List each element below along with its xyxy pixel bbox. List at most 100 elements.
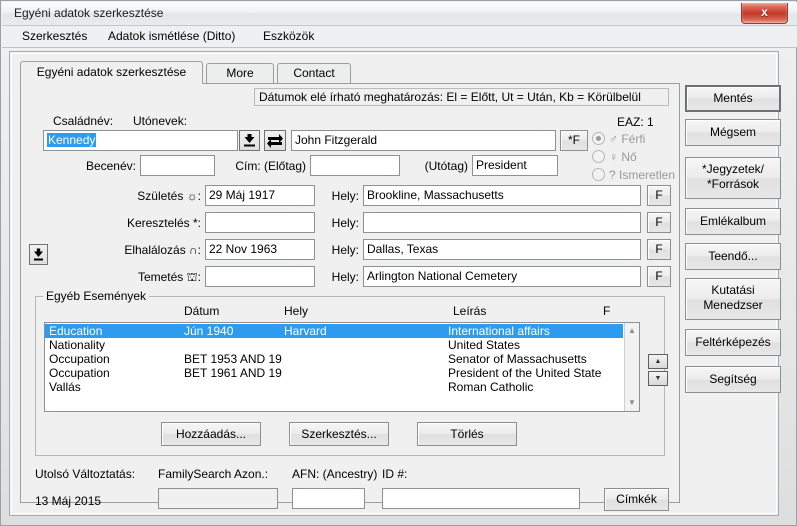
- surname-input-value: Kennedy: [47, 133, 97, 147]
- add-event-button[interactable]: Hozzáadás...: [161, 422, 261, 446]
- scroll-down-icon[interactable]: ▼: [625, 396, 639, 410]
- swap-names-button[interactable]: [264, 130, 286, 151]
- notes-sources-button[interactable]: *Jegyzetek/ *Források: [685, 157, 781, 199]
- research-manager-button[interactable]: Kutatási Menedzser: [685, 278, 781, 320]
- death-label: Elhalálozás ∩:: [124, 243, 201, 257]
- window-title: Egyéni adatok szerkesztése: [14, 6, 164, 20]
- surname-input[interactable]: Kennedy: [43, 130, 238, 151]
- todo-button[interactable]: Teendő...: [685, 243, 781, 270]
- column-header-desc: Leírás: [453, 304, 487, 318]
- given-names-f-button[interactable]: *F: [560, 130, 588, 151]
- gender-radio-unknown[interactable]: ? Ismeretlen: [592, 168, 675, 182]
- death-place-input[interactable]: Dallas, Texas: [363, 239, 641, 260]
- column-header-f: F: [603, 304, 611, 318]
- menu-eszkozok[interactable]: Eszközök: [257, 29, 320, 45]
- move-down-button[interactable]: ▼: [648, 371, 668, 386]
- title-prefix-input[interactable]: [310, 155, 400, 176]
- edit-event-button[interactable]: Szerkesztés...: [289, 422, 389, 446]
- baptism-date-input[interactable]: [205, 212, 315, 233]
- row-desc: Roman Catholic: [448, 380, 534, 394]
- tags-button[interactable]: Címkék: [604, 488, 669, 511]
- death-place-f-button[interactable]: F: [647, 239, 671, 260]
- familysearch-input[interactable]: [158, 488, 278, 509]
- surname-label: Családnév:: [53, 114, 114, 128]
- move-down-icon: ▼: [654, 375, 662, 382]
- down-arrow-bar-icon: [244, 134, 255, 147]
- close-icon: x: [761, 5, 768, 19]
- list-vertical-scrollbar[interactable]: ▲ ▼: [624, 323, 639, 411]
- birth-date-input[interactable]: 29 Máj 1917: [205, 185, 315, 206]
- cancel-button[interactable]: Mégsem: [685, 119, 781, 146]
- death-date-input[interactable]: 22 Nov 1963: [205, 239, 315, 260]
- afn-label: AFN: (Ancestry): [292, 467, 378, 481]
- row-desc: International affairs: [448, 324, 550, 338]
- id-input[interactable]: [382, 488, 580, 509]
- row-desc: United States: [448, 338, 521, 352]
- client-area: Egyéni adatok szerkesztése More Contact …: [9, 51, 779, 516]
- tab-panel-egyeni-adatok: Dátumok elé írható meghatározás: El = El…: [20, 83, 680, 511]
- nickname-input[interactable]: [140, 155, 215, 176]
- familysearch-label: FamilySearch Azon.:: [158, 467, 269, 481]
- gender-radio-male[interactable]: ♂ Férfi: [592, 132, 645, 146]
- burial-place-f-button[interactable]: F: [647, 266, 671, 287]
- given-names-input[interactable]: John Fitzgerald: [291, 130, 556, 151]
- other-events-list[interactable]: Education Jún 1940 Harvard International…: [44, 322, 640, 412]
- tab-egyeni-adatok-label: Egyéni adatok szerkesztése: [36, 65, 187, 79]
- expand-events-button[interactable]: [29, 244, 48, 265]
- column-header-place: Hely: [284, 304, 309, 318]
- burial-date-input[interactable]: [205, 266, 315, 287]
- table-row[interactable]: Nationality United States: [45, 338, 623, 352]
- baptism-place-f-button[interactable]: F: [647, 212, 671, 233]
- birth-place-f-button[interactable]: F: [647, 185, 671, 206]
- gender-male-label: ♂ Férfi: [609, 132, 646, 146]
- baptism-place-label: Hely:: [331, 216, 359, 230]
- main-window: Egyéni adatok szerkesztése x Szerkesztés…: [0, 0, 797, 526]
- tab-contact[interactable]: Contact: [277, 63, 351, 83]
- research-manager-line2: Menedzser: [703, 298, 763, 312]
- id-label: ID #:: [382, 467, 408, 481]
- gender-unknown-label: ? Ismeretlen: [609, 168, 676, 182]
- down-arrow-bar-icon: [34, 248, 43, 261]
- tab-contact-label: Contact: [293, 66, 335, 80]
- other-events-group: Egyéb Események Dátum Hely Leírás F Educ…: [35, 289, 668, 456]
- gender-radio-female[interactable]: ♀ Nő: [592, 150, 637, 164]
- menu-bar: Szerkesztés Adatok ismétlése (Ditto) Esz…: [2, 26, 797, 48]
- save-button[interactable]: Mentés: [685, 85, 781, 112]
- baptism-place-input[interactable]: [363, 212, 641, 233]
- birth-place-input[interactable]: Brookline, Massachusetts: [363, 185, 641, 206]
- surname-dropdown-button[interactable]: [239, 130, 260, 151]
- title-suffix-label: (Utótag): [424, 159, 468, 173]
- title-bar: Egyéni adatok szerkesztése x: [2, 2, 797, 26]
- last-change-value: 13 Máj 2015: [35, 494, 102, 508]
- table-row[interactable]: Vallás Roman Catholic: [45, 380, 623, 394]
- swap-arrows-icon: [267, 134, 283, 148]
- tab-egyeni-adatok[interactable]: Egyéni adatok szerkesztése: [20, 61, 203, 84]
- afn-input[interactable]: [292, 488, 365, 509]
- research-manager-line1: Kutatási: [711, 283, 755, 297]
- table-row[interactable]: Education Jún 1940 Harvard International…: [45, 324, 623, 338]
- menu-szerkesztes-label: Szerkesztés: [22, 29, 88, 43]
- scroll-up-icon[interactable]: ▲: [625, 324, 639, 338]
- radio-dot-unknown: [592, 168, 605, 181]
- menu-szerkesztes[interactable]: Szerkesztés: [16, 29, 93, 45]
- row-date: BET 1953 AND 19: [184, 352, 282, 366]
- delete-event-button[interactable]: Törlés: [417, 422, 517, 446]
- death-place-label: Hely:: [331, 243, 359, 257]
- title-prefix-label: Cím: (Előtag): [235, 159, 306, 173]
- eaz-label: EAZ: 1: [617, 115, 654, 129]
- table-row[interactable]: Occupation BET 1953 AND 19 Senator of Ma…: [45, 352, 623, 366]
- notes-sources-line2: *Források: [706, 177, 759, 191]
- title-suffix-input[interactable]: President: [472, 155, 558, 176]
- burial-place-input[interactable]: Arlington National Cemetery: [363, 266, 641, 287]
- menu-adatok-ismetlese[interactable]: Adatok ismétlése (Ditto): [102, 29, 241, 45]
- menu-eszkozok-label: Eszközök: [263, 29, 315, 43]
- table-row[interactable]: Occupation BET 1961 AND 19 President of …: [45, 366, 623, 380]
- birth-label: Születés ☼:: [137, 189, 201, 203]
- tab-more[interactable]: More: [206, 63, 274, 83]
- help-button[interactable]: Segítség: [685, 366, 781, 393]
- move-up-button[interactable]: ▲: [648, 354, 668, 369]
- row-type: Vallás: [49, 380, 81, 394]
- scrapbook-button[interactable]: Emlékalbum: [685, 208, 781, 235]
- mapping-button[interactable]: Feltérképezés: [685, 329, 781, 356]
- close-button[interactable]: x: [741, 3, 788, 24]
